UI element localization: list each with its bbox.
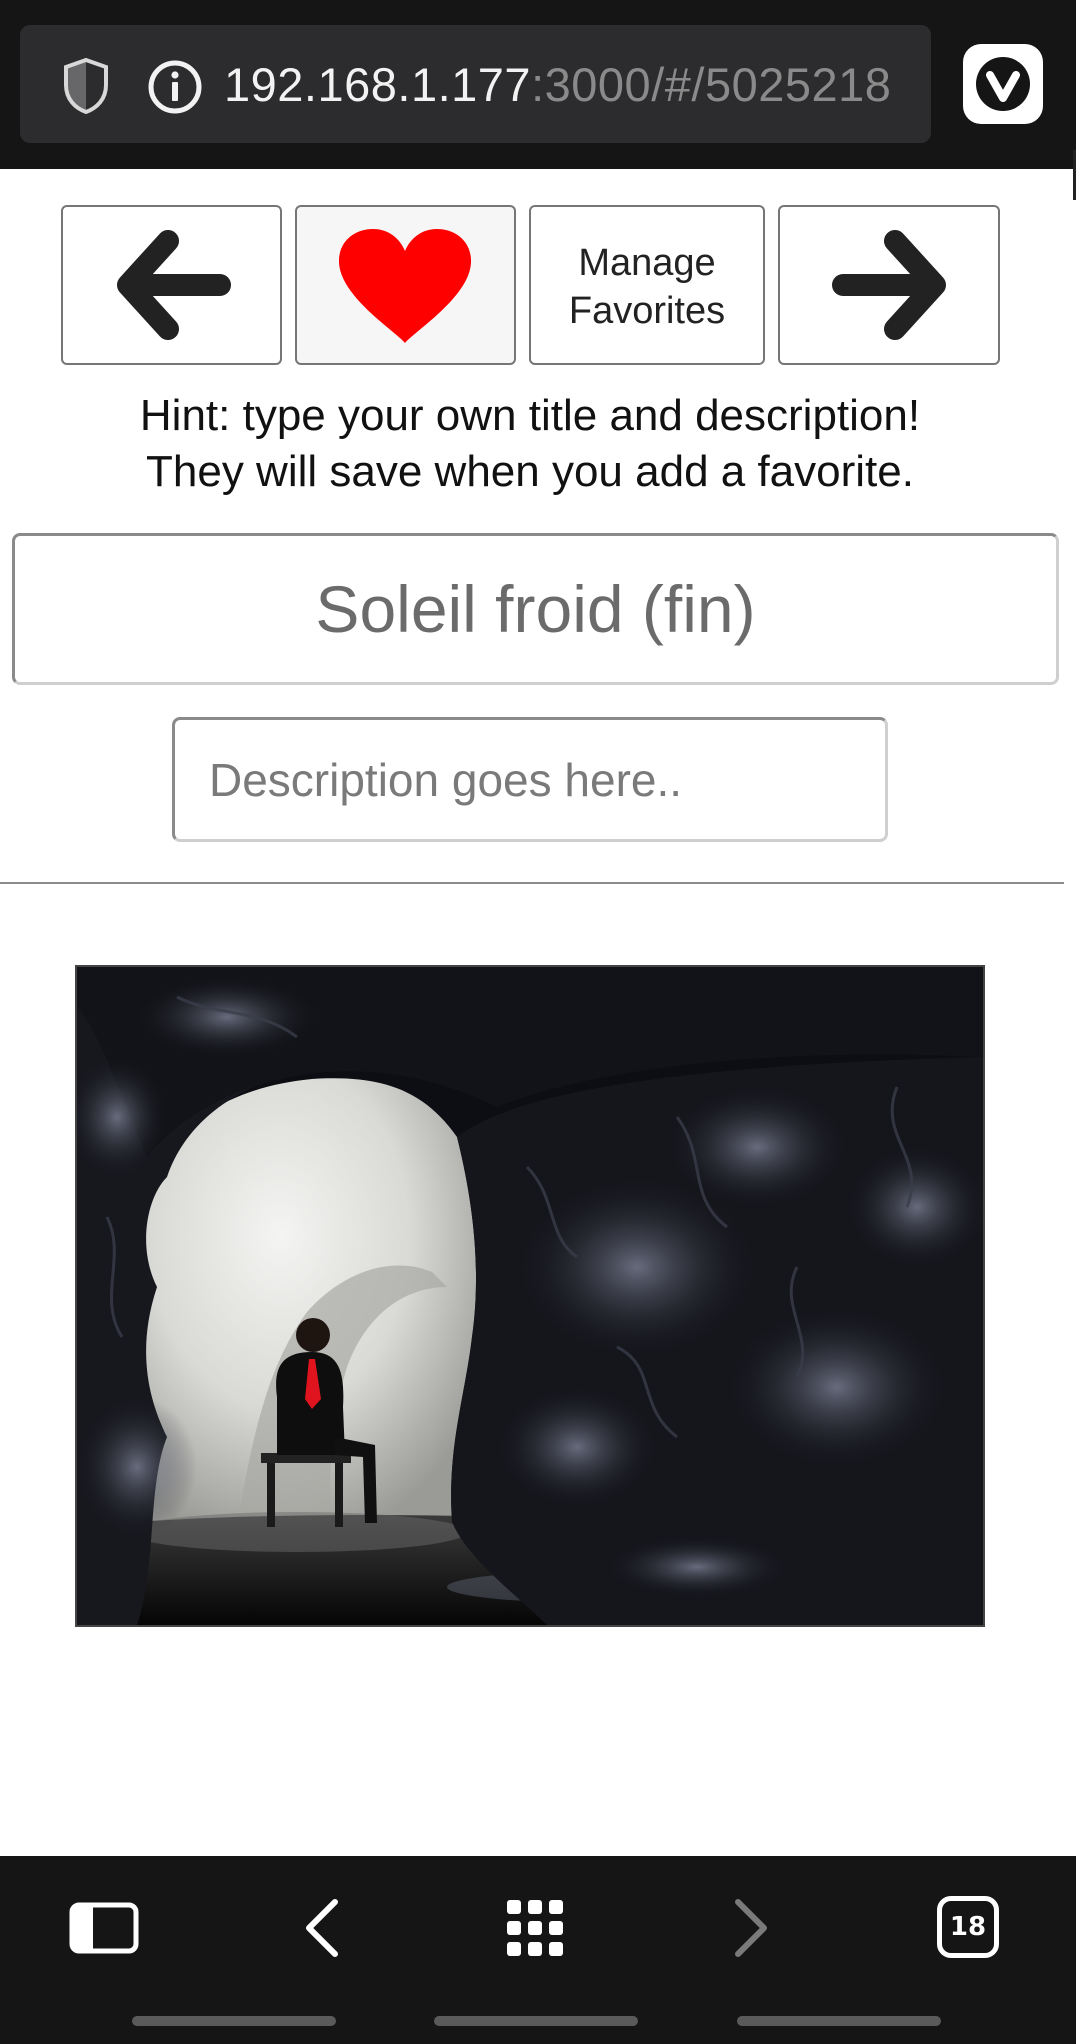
vivaldi-menu-button[interactable] bbox=[963, 44, 1043, 124]
favorite-button[interactable] bbox=[295, 205, 516, 365]
hint-line-2: They will save when you add a favorite. bbox=[146, 447, 914, 496]
heart-icon bbox=[338, 229, 472, 343]
info-icon[interactable] bbox=[148, 60, 202, 114]
vivaldi-icon bbox=[976, 57, 1030, 111]
arrow-right-icon bbox=[832, 230, 946, 340]
previous-button[interactable] bbox=[61, 205, 282, 365]
manage-label-line1: Manage bbox=[578, 242, 716, 284]
speed-dial-icon[interactable] bbox=[505, 1898, 565, 1958]
artwork-image bbox=[75, 965, 985, 1627]
forward-icon[interactable] bbox=[730, 1896, 772, 1960]
gesture-bar-center bbox=[434, 2016, 638, 2026]
next-button[interactable] bbox=[778, 205, 1000, 365]
hint-text: Hint: type your own title and descriptio… bbox=[0, 388, 1060, 500]
page: 192.168.1.177:3000/#/5025218 Manage Favo… bbox=[0, 0, 1076, 2044]
panel-icon[interactable] bbox=[69, 1902, 139, 1954]
manage-favorites-label: Manage Favorites bbox=[531, 239, 763, 335]
title-input[interactable] bbox=[12, 533, 1059, 685]
tab-count: 18 bbox=[949, 1912, 987, 1942]
manage-favorites-button[interactable]: Manage Favorites bbox=[529, 205, 765, 365]
tabs-button[interactable]: 18 bbox=[937, 1896, 999, 1958]
manage-label-line2: Favorites bbox=[568, 290, 726, 332]
description-input[interactable] bbox=[172, 717, 888, 842]
divider bbox=[0, 882, 1064, 884]
back-icon[interactable] bbox=[301, 1896, 343, 1960]
arrow-left-icon bbox=[117, 230, 231, 340]
url-text[interactable]: 192.168.1.177:3000/#/5025218 bbox=[224, 53, 910, 117]
hint-line-1: Hint: type your own title and descriptio… bbox=[139, 391, 921, 440]
artwork-illustration bbox=[77, 967, 983, 1625]
gesture-bar-right bbox=[737, 2016, 941, 2026]
shield-icon[interactable] bbox=[62, 57, 110, 115]
url-path: :3000/#/5025218 bbox=[531, 58, 892, 111]
gesture-bar-left bbox=[132, 2016, 336, 2026]
url-host: 192.168.1.177 bbox=[224, 58, 532, 111]
